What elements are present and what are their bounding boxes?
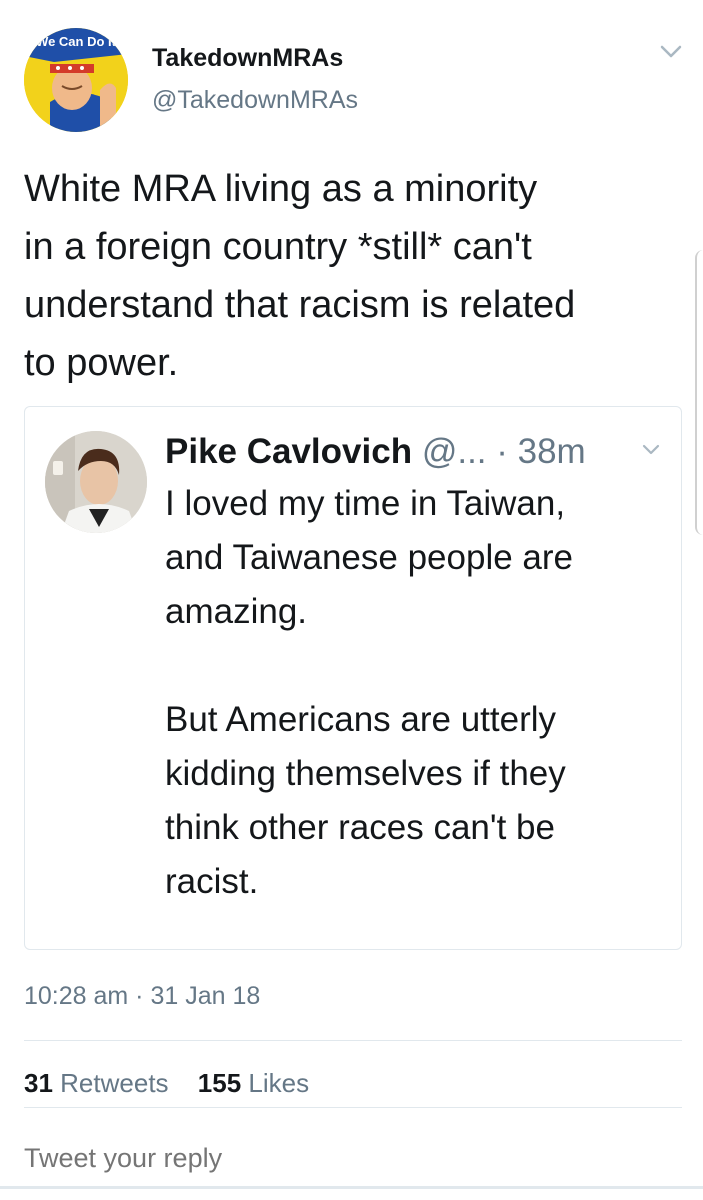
- author-handle[interactable]: @TakedownMRAs: [152, 86, 358, 115]
- reply-input[interactable]: [24, 1134, 682, 1182]
- tweet-header: We Can Do It TakedownMRAs @TakedownMRAs: [24, 28, 684, 132]
- separator-dot: ·: [486, 432, 518, 471]
- quoted-tweet-text: I loved my time in Taiwan, and Taiwanese…: [165, 484, 574, 901]
- retweets-count: 31: [24, 1068, 53, 1098]
- quoted-author-handle[interactable]: @...: [422, 432, 487, 471]
- avatar[interactable]: [45, 431, 147, 533]
- scroll-edge: [695, 250, 703, 535]
- author-name[interactable]: TakedownMRAs: [152, 44, 343, 73]
- tweet-timestamp[interactable]: 10:28 am · 31 Jan 18: [24, 982, 260, 1011]
- likes-stat[interactable]: 155 Likes: [198, 1068, 309, 1098]
- tweet-detail-screen: We Can Do It TakedownMRAs @TakedownMRAs …: [0, 0, 703, 1200]
- divider: [24, 1040, 682, 1041]
- quoted-tweet-header: Pike Cavlovich @... · 38m: [165, 427, 665, 477]
- quoted-tweet-time[interactable]: 38m: [518, 432, 586, 471]
- avatar[interactable]: We Can Do It: [24, 28, 128, 132]
- retweets-label: Retweets: [60, 1068, 169, 1098]
- chevron-down-icon[interactable]: [658, 38, 684, 64]
- avatar-logo-text: We Can Do It: [36, 34, 117, 49]
- reply-underline: [0, 1186, 703, 1189]
- retweets-stat[interactable]: 31 Retweets: [24, 1068, 176, 1098]
- likes-count: 155: [197, 1068, 242, 1098]
- tweet-text: White MRA living as a minority in a fore…: [24, 168, 576, 384]
- quoted-author-name[interactable]: Pike Cavlovich: [165, 432, 412, 471]
- chevron-down-icon[interactable]: [639, 437, 663, 461]
- likes-label: Likes: [248, 1068, 310, 1098]
- tweet-stats: 31 Retweets 155 Likes: [24, 1068, 331, 1099]
- quoted-tweet-card[interactable]: Pike Cavlovich @... · 38m I loved my tim…: [24, 406, 682, 950]
- quoted-author-avatar-image: [45, 431, 147, 533]
- divider: [24, 1107, 682, 1108]
- we-can-do-it-avatar-image: We Can Do It: [24, 28, 128, 132]
